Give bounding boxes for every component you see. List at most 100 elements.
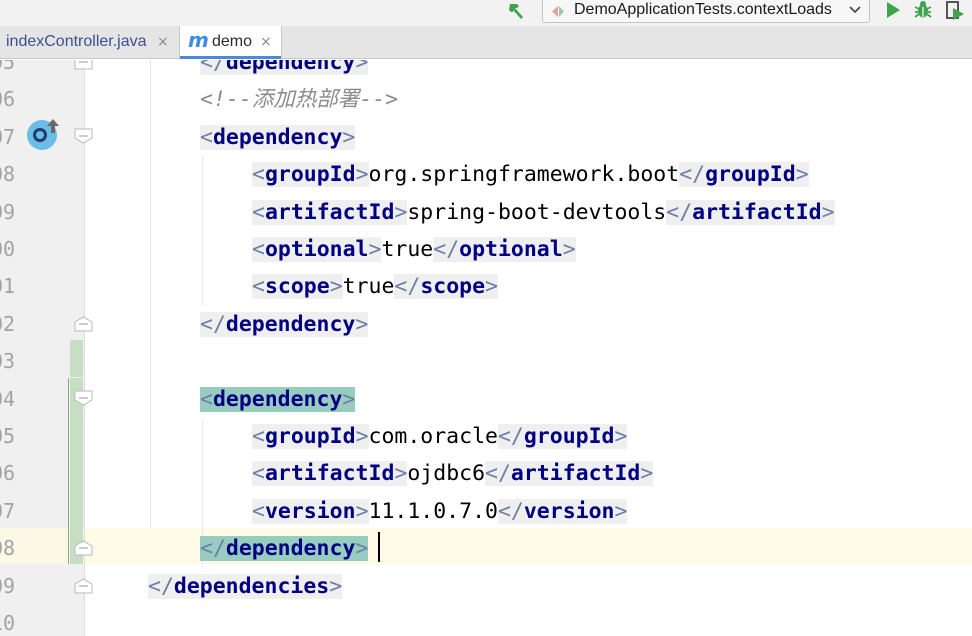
- tag-name: groupId: [264, 162, 356, 188]
- tag-bracket: >: [821, 199, 835, 225]
- code-line[interactable]: 07<version>11.1.0.7.0</version>: [0, 493, 972, 530]
- code-text: </dependency>: [200, 60, 369, 78]
- code-line[interactable]: 03: [0, 343, 972, 380]
- fold-start-icon[interactable]: [74, 390, 93, 406]
- tag-bracket: >: [394, 461, 408, 487]
- close-icon[interactable]: ×: [260, 34, 272, 50]
- tag-bracket: </: [485, 461, 511, 487]
- fold-start-icon[interactable]: [74, 128, 93, 144]
- opening-tag: <groupId>: [252, 424, 369, 449]
- line-number: 10: [0, 611, 16, 635]
- fold-end-icon[interactable]: [74, 60, 93, 70]
- editor-tab-strip: indexController.java × m demo ×: [0, 26, 972, 59]
- run-configuration-label: DemoApplicationTests.contextLoads: [574, 1, 832, 18]
- junit-config-icon: [552, 6, 564, 17]
- main-toolbar: DemoApplicationTests.contextLoads: [0, 0, 972, 26]
- tag-value: com.oracle: [368, 424, 498, 449]
- tag-bracket: >: [394, 199, 408, 225]
- line-number: 02: [0, 311, 16, 336]
- closing-tag: </scope>: [394, 274, 498, 300]
- code-line[interactable]: 06<artifactId>ojdbc6</artifactId>: [0, 455, 972, 492]
- tag-name: artifactId: [264, 461, 395, 487]
- line-number: 00: [0, 237, 16, 261]
- code-line[interactable]: 08 </dependency>: [0, 530, 972, 567]
- line-number: 03: [0, 349, 16, 374]
- code-line[interactable]: 09<artifactId>spring-boot-devtools</arti…: [0, 194, 972, 231]
- code-text: </dependencies>: [148, 572, 343, 602]
- fold-end-icon[interactable]: [74, 540, 93, 556]
- opening-tag: <artifactId>: [252, 461, 408, 487]
- tag-bracket: >: [342, 386, 356, 412]
- code-line[interactable]: 08<groupId>org.springframework.boot</gro…: [0, 156, 972, 193]
- opening-tag: <dependency>: [200, 386, 356, 412]
- maven-icon: m: [188, 28, 209, 52]
- code-text: </dependency>: [200, 534, 369, 564]
- tag-bracket: >: [614, 424, 628, 449]
- tag-bracket: >: [329, 573, 343, 599]
- code-text: <dependency>: [200, 123, 356, 153]
- line-number: 07: [0, 124, 16, 149]
- code-line[interactable]: 06 <!--添加热部署-->: [0, 81, 972, 118]
- tag-bracket: >: [614, 498, 628, 524]
- close-icon[interactable]: ×: [157, 34, 169, 50]
- line-number: 06: [0, 461, 16, 486]
- closing-tag: </artifactId>: [666, 199, 835, 225]
- tag-name: dependency: [225, 60, 356, 75]
- closing-tag: </dependency>: [200, 536, 369, 562]
- code-line[interactable]: 04 <dependency>: [0, 381, 972, 418]
- tag-value: org.springframework.boot: [368, 162, 680, 188]
- closing-tag: </dependency>: [200, 60, 369, 75]
- code-text: <dependency>: [200, 385, 356, 415]
- tag-value: 11.1.0.7.0: [368, 498, 498, 524]
- fold-end-icon[interactable]: [74, 316, 93, 332]
- tag-bracket: <: [252, 424, 265, 449]
- tag-bracket: </: [497, 498, 524, 524]
- tag-bracket: >: [355, 498, 369, 524]
- tab-demo-pom[interactable]: m demo ×: [179, 26, 282, 59]
- code-line[interactable]: 05 </dependency>: [0, 60, 972, 81]
- line-number: 07: [0, 498, 16, 523]
- tag-value: true: [381, 237, 434, 262]
- tag-bracket: >: [355, 162, 369, 188]
- coverage-icon[interactable]: [944, 0, 966, 22]
- tag-name: groupId: [705, 162, 796, 188]
- code-editor[interactable]: 05</dependency>06<!--添加热部署-->07<dependen…: [0, 60, 972, 636]
- code-text: <artifactId>ojdbc6</artifactId>: [252, 459, 654, 489]
- hammer-icon[interactable]: [506, 0, 528, 22]
- tab-label: demo: [212, 33, 253, 50]
- code-line[interactable]: 00<optional>true</optional>: [0, 231, 972, 268]
- tag-name: groupId: [523, 424, 615, 449]
- opening-tag: <groupId>: [252, 162, 369, 188]
- tag-bracket: <: [252, 498, 265, 524]
- tag-bracket: </: [148, 573, 174, 599]
- tag-bracket: <: [252, 162, 265, 188]
- tag-bracket: </: [666, 199, 693, 225]
- tag-bracket: >: [329, 274, 343, 300]
- tag-name: dependency: [212, 124, 343, 150]
- tag-bracket: >: [342, 124, 356, 150]
- run-icon[interactable]: [882, 0, 904, 22]
- tag-bracket: >: [562, 237, 576, 262]
- tab-index-controller[interactable]: indexController.java ×: [0, 26, 178, 58]
- code-text: <groupId>com.oracle</groupId>: [252, 422, 628, 452]
- code-line[interactable]: 01<scope>true</scope>: [0, 268, 972, 305]
- closing-tag: </groupId>: [679, 162, 809, 188]
- code-line[interactable]: 05<groupId>com.oracle</groupId>: [0, 418, 972, 455]
- opening-tag: <optional>: [252, 237, 382, 262]
- tag-bracket: <: [252, 274, 265, 300]
- tag-bracket: </: [433, 237, 460, 262]
- debug-icon[interactable]: [912, 0, 934, 22]
- code-line[interactable]: 07 <dependency>: [0, 119, 972, 156]
- tag-bracket: >: [355, 311, 369, 337]
- code-line[interactable]: 10: [0, 605, 972, 636]
- tag-name: scope: [264, 274, 330, 300]
- code-line[interactable]: 09 </dependencies>: [0, 568, 972, 605]
- tag-bracket: </: [200, 311, 226, 337]
- run-configuration-selector[interactable]: DemoApplicationTests.contextLoads: [542, 0, 870, 23]
- closing-tag: </version>: [497, 498, 628, 524]
- code-line[interactable]: 02 </dependency>: [0, 306, 972, 343]
- fold-end-icon[interactable]: [74, 578, 93, 594]
- code-text: <version>11.1.0.7.0</version>: [252, 497, 628, 527]
- tag-name: dependencies: [173, 573, 330, 599]
- tag-bracket: <: [252, 461, 265, 487]
